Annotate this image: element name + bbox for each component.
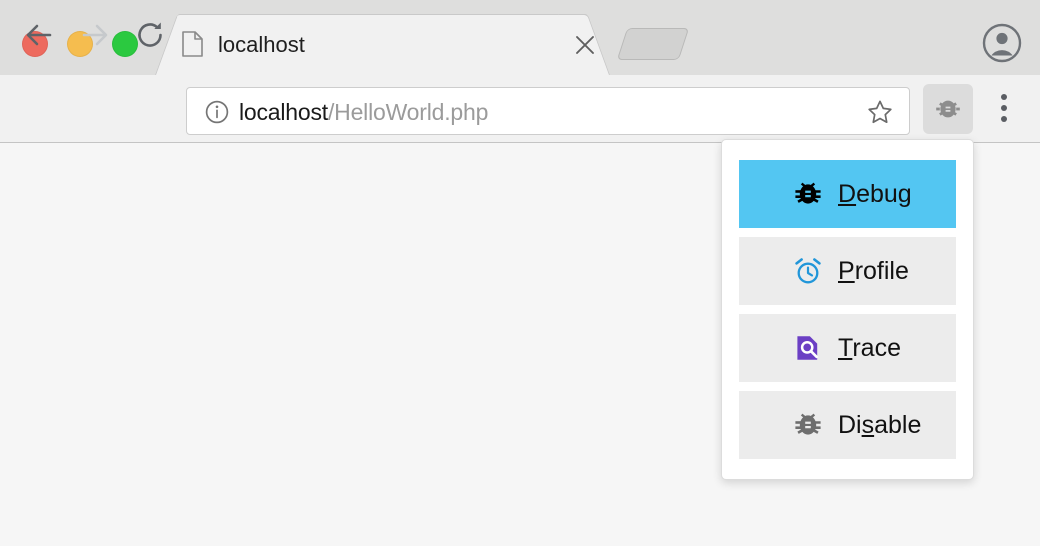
xdebug-popup-menu: Debug Profile Trace Disable	[721, 139, 974, 480]
menu-item-disable[interactable]: Disable	[739, 391, 956, 459]
url-host: localhost	[239, 99, 328, 125]
back-arrow-icon[interactable]	[20, 16, 58, 54]
bookmark-star-icon[interactable]	[867, 99, 893, 125]
menu-item-trace[interactable]: Trace	[739, 314, 956, 382]
bug-icon	[792, 409, 824, 441]
menu-item-label: Profile	[838, 257, 909, 285]
url-path: /HelloWorld.php	[327, 99, 489, 125]
document-search-icon	[792, 332, 824, 364]
browser-menu-button[interactable]	[992, 94, 1016, 124]
address-bar[interactable]: localhost/HelloWorld.php	[186, 87, 910, 135]
tab-close-icon[interactable]	[572, 32, 598, 58]
forward-arrow-icon	[76, 16, 114, 54]
address-bar-url: localhost/HelloWorld.php	[239, 97, 488, 127]
xdebug-extension-button[interactable]	[923, 84, 973, 134]
alarm-clock-icon	[792, 255, 824, 287]
menu-item-label: Trace	[838, 334, 901, 362]
menu-dot	[1001, 116, 1007, 122]
new-tab-button[interactable]	[616, 28, 690, 60]
menu-dot	[1001, 105, 1007, 111]
info-circle-icon[interactable]	[205, 100, 229, 124]
tab-title: localhost	[218, 32, 305, 57]
bug-icon	[792, 178, 824, 210]
page-favicon-icon	[182, 31, 203, 57]
menu-item-label: Debug	[838, 180, 912, 208]
menu-item-profile[interactable]: Profile	[739, 237, 956, 305]
reload-icon[interactable]	[131, 16, 169, 54]
menu-dot	[1001, 94, 1007, 100]
account-avatar-icon[interactable]	[982, 23, 1022, 63]
bug-gear-icon	[936, 100, 960, 118]
menu-item-label: Disable	[838, 411, 922, 439]
menu-item-debug[interactable]: Debug	[739, 160, 956, 228]
